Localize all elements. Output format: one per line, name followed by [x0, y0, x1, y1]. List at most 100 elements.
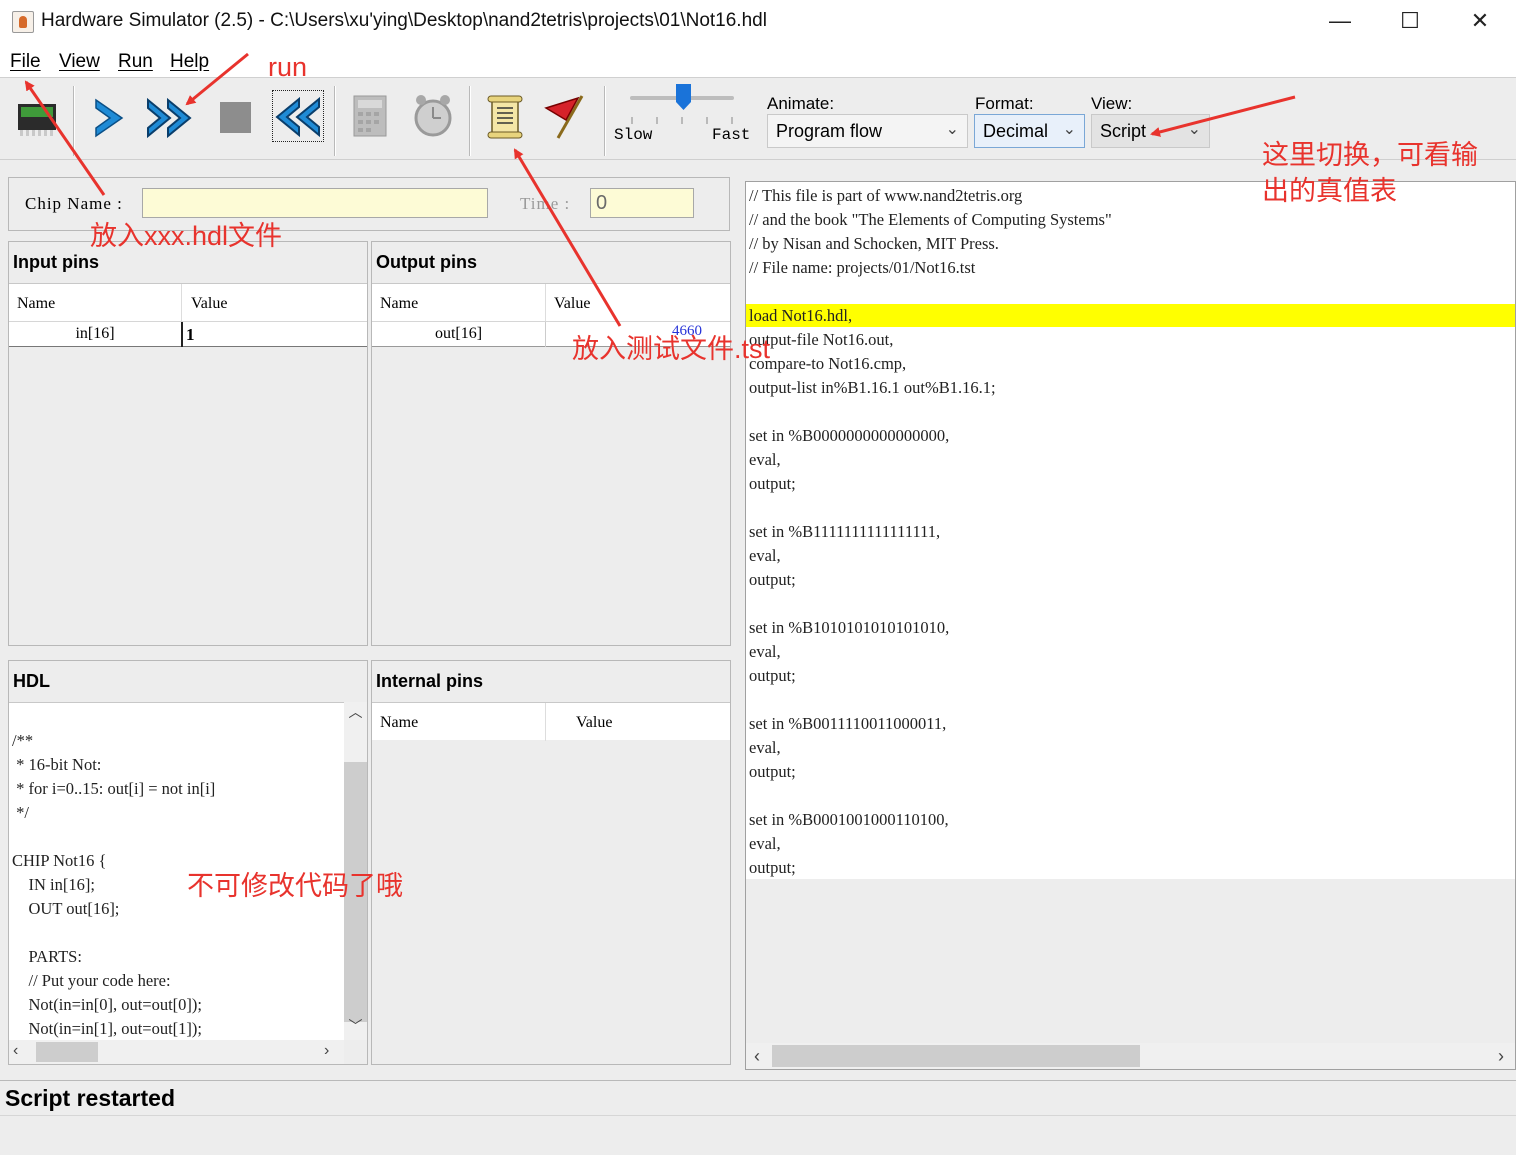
menu-run[interactable]: Run — [118, 51, 153, 73]
script-line: set in %B0011110011000011, — [749, 714, 947, 733]
output-pins-panel: Output pins Name Value out[16] 4660 — [371, 241, 731, 646]
hdl-panel: HDL /** * 16-bit Not: * for i=0..15: out… — [8, 660, 368, 1065]
speed-slider-thumb[interactable] — [676, 84, 691, 110]
load-script-button[interactable] — [480, 90, 530, 142]
view-select[interactable]: Script ⌄ — [1091, 114, 1210, 148]
output-pins-header: Name Value — [372, 283, 730, 322]
menu-help[interactable]: Help — [170, 51, 209, 73]
script-line — [749, 592, 1112, 616]
scroll-right-icon[interactable]: › — [324, 1042, 329, 1060]
hdl-line — [12, 825, 215, 849]
format-value: Decimal — [983, 121, 1049, 141]
hdl-line: * for i=0..15: out[i] = not in[i] — [12, 779, 216, 798]
script-line — [749, 280, 1112, 304]
run-button[interactable] — [144, 90, 194, 142]
animate-select[interactable]: Program flow ⌄ — [767, 114, 968, 148]
status-message: Script restarted — [5, 1085, 176, 1111]
column-value: Value — [191, 295, 228, 312]
script-code: // This file is part of www.nand2tetris.… — [749, 184, 1112, 880]
annotation-no-edit: 不可修改代码了哦 — [187, 871, 403, 901]
annotation-switch-view-2: 出的真值表 — [1262, 176, 1397, 206]
column-value: Value — [554, 295, 591, 312]
scroll-left-icon[interactable]: ‹ — [754, 1046, 760, 1067]
close-icon: ✕ — [1470, 8, 1490, 33]
script-line: set in %B0001001000110100, — [749, 810, 949, 829]
clock-button[interactable] — [408, 90, 458, 142]
script-line — [749, 688, 1112, 712]
stop-button[interactable] — [212, 90, 262, 142]
script-line: // This file is part of www.nand2tetris.… — [749, 186, 1023, 205]
rewind-icon — [275, 96, 320, 138]
close-button[interactable]: ✕ — [1445, 0, 1515, 44]
breakpoints-button[interactable] — [542, 90, 592, 142]
single-step-button[interactable] — [84, 90, 134, 142]
script-line: eval, — [749, 642, 781, 661]
reset-button[interactable] — [272, 90, 324, 142]
chevron-down-icon: ⌄ — [1187, 121, 1201, 138]
scroll-up-icon[interactable]: ︿ — [344, 702, 367, 726]
menu-view[interactable]: View — [59, 51, 100, 73]
script-line: output-file Not16.out, — [749, 330, 894, 349]
speed-fast-label: Fast — [712, 126, 751, 144]
internal-pins-panel: Internal pins Name Value — [371, 660, 731, 1065]
hdl-title: HDL — [13, 671, 50, 691]
toolbar-separator — [73, 86, 75, 156]
script-text-area: // This file is part of www.nand2tetris.… — [746, 182, 1515, 879]
chevron-down-icon: ⌄ — [945, 121, 959, 138]
scroll-left-icon[interactable]: ‹ — [13, 1042, 18, 1060]
script-line: set in %B0000000000000000, — [749, 426, 950, 445]
script-line — [749, 784, 1112, 808]
script-line: // File name: projects/01/Not16.tst — [749, 258, 976, 277]
view-value: Script — [1100, 121, 1147, 141]
script-line: output; — [749, 570, 796, 589]
hdl-horizontal-scroll-thumb[interactable] — [36, 1042, 98, 1062]
scroll-down-icon[interactable]: ﹀ — [344, 1016, 367, 1040]
annotation-run: run — [268, 52, 308, 82]
script-line: output-list in%B1.16.1 out%B1.16.1; — [749, 378, 996, 397]
minimize-button[interactable]: — — [1305, 0, 1375, 44]
fast-forward-icon — [147, 97, 192, 139]
hdl-line: Not(in=in[0], out=out[0]); — [12, 995, 203, 1014]
load-chip-button[interactable] — [12, 90, 62, 142]
chip-name-label: Chip Name : — [25, 194, 123, 213]
format-select[interactable]: Decimal ⌄ — [974, 114, 1085, 148]
slider-thumb-icon — [676, 84, 691, 110]
hdl-line: // Put your code here: — [12, 971, 171, 990]
scroll-right-icon[interactable]: › — [1498, 1046, 1504, 1067]
script-line: eval, — [749, 546, 781, 565]
column-divider — [545, 703, 546, 741]
stop-icon — [220, 102, 251, 133]
hdl-line: * 16-bit Not: — [12, 755, 102, 774]
time-label: Time : — [520, 194, 571, 213]
script-horizontal-scrollbar[interactable]: ‹ › — [746, 1043, 1515, 1069]
script-line: eval, — [749, 738, 781, 757]
pin-value[interactable]: 1 — [186, 325, 195, 345]
script-line: output; — [749, 762, 796, 781]
script-line: eval, — [749, 450, 781, 469]
output-pins-title: Output pins — [376, 252, 477, 272]
script-horizontal-scroll-thumb[interactable] — [772, 1045, 1140, 1067]
calculator-button[interactable] — [346, 90, 396, 142]
column-name: Name — [380, 714, 419, 731]
slider-ticks — [631, 117, 733, 124]
hdl-horizontal-scrollbar[interactable]: ‹ › — [9, 1040, 344, 1064]
animate-value: Program flow — [776, 121, 883, 141]
column-value: Value — [576, 714, 613, 731]
speed-slow-label: Slow — [614, 126, 653, 144]
chevron-down-icon: ⌄ — [1062, 121, 1076, 138]
menu-file[interactable]: File — [10, 51, 41, 73]
script-line: // by Nisan and Schocken, MIT Press. — [749, 234, 999, 253]
script-view: // This file is part of www.nand2tetris.… — [745, 181, 1516, 1070]
toolbar-separator — [604, 86, 606, 156]
hdl-line: Not(in=in[1], out=out[1]); — [12, 1019, 203, 1038]
maximize-button[interactable]: ☐ — [1375, 0, 1445, 44]
input-pins-header: Name Value — [9, 283, 367, 322]
script-line: set in %B1010101010101010, — [749, 618, 950, 637]
column-name: Name — [380, 295, 419, 312]
internal-pins-header: Name Value — [372, 702, 730, 741]
format-label: Format: — [975, 94, 1034, 113]
table-row[interactable]: in[16] 1 — [9, 321, 367, 347]
column-divider — [545, 284, 546, 322]
hdl-line: /** — [12, 731, 34, 750]
cell-divider — [545, 322, 546, 347]
